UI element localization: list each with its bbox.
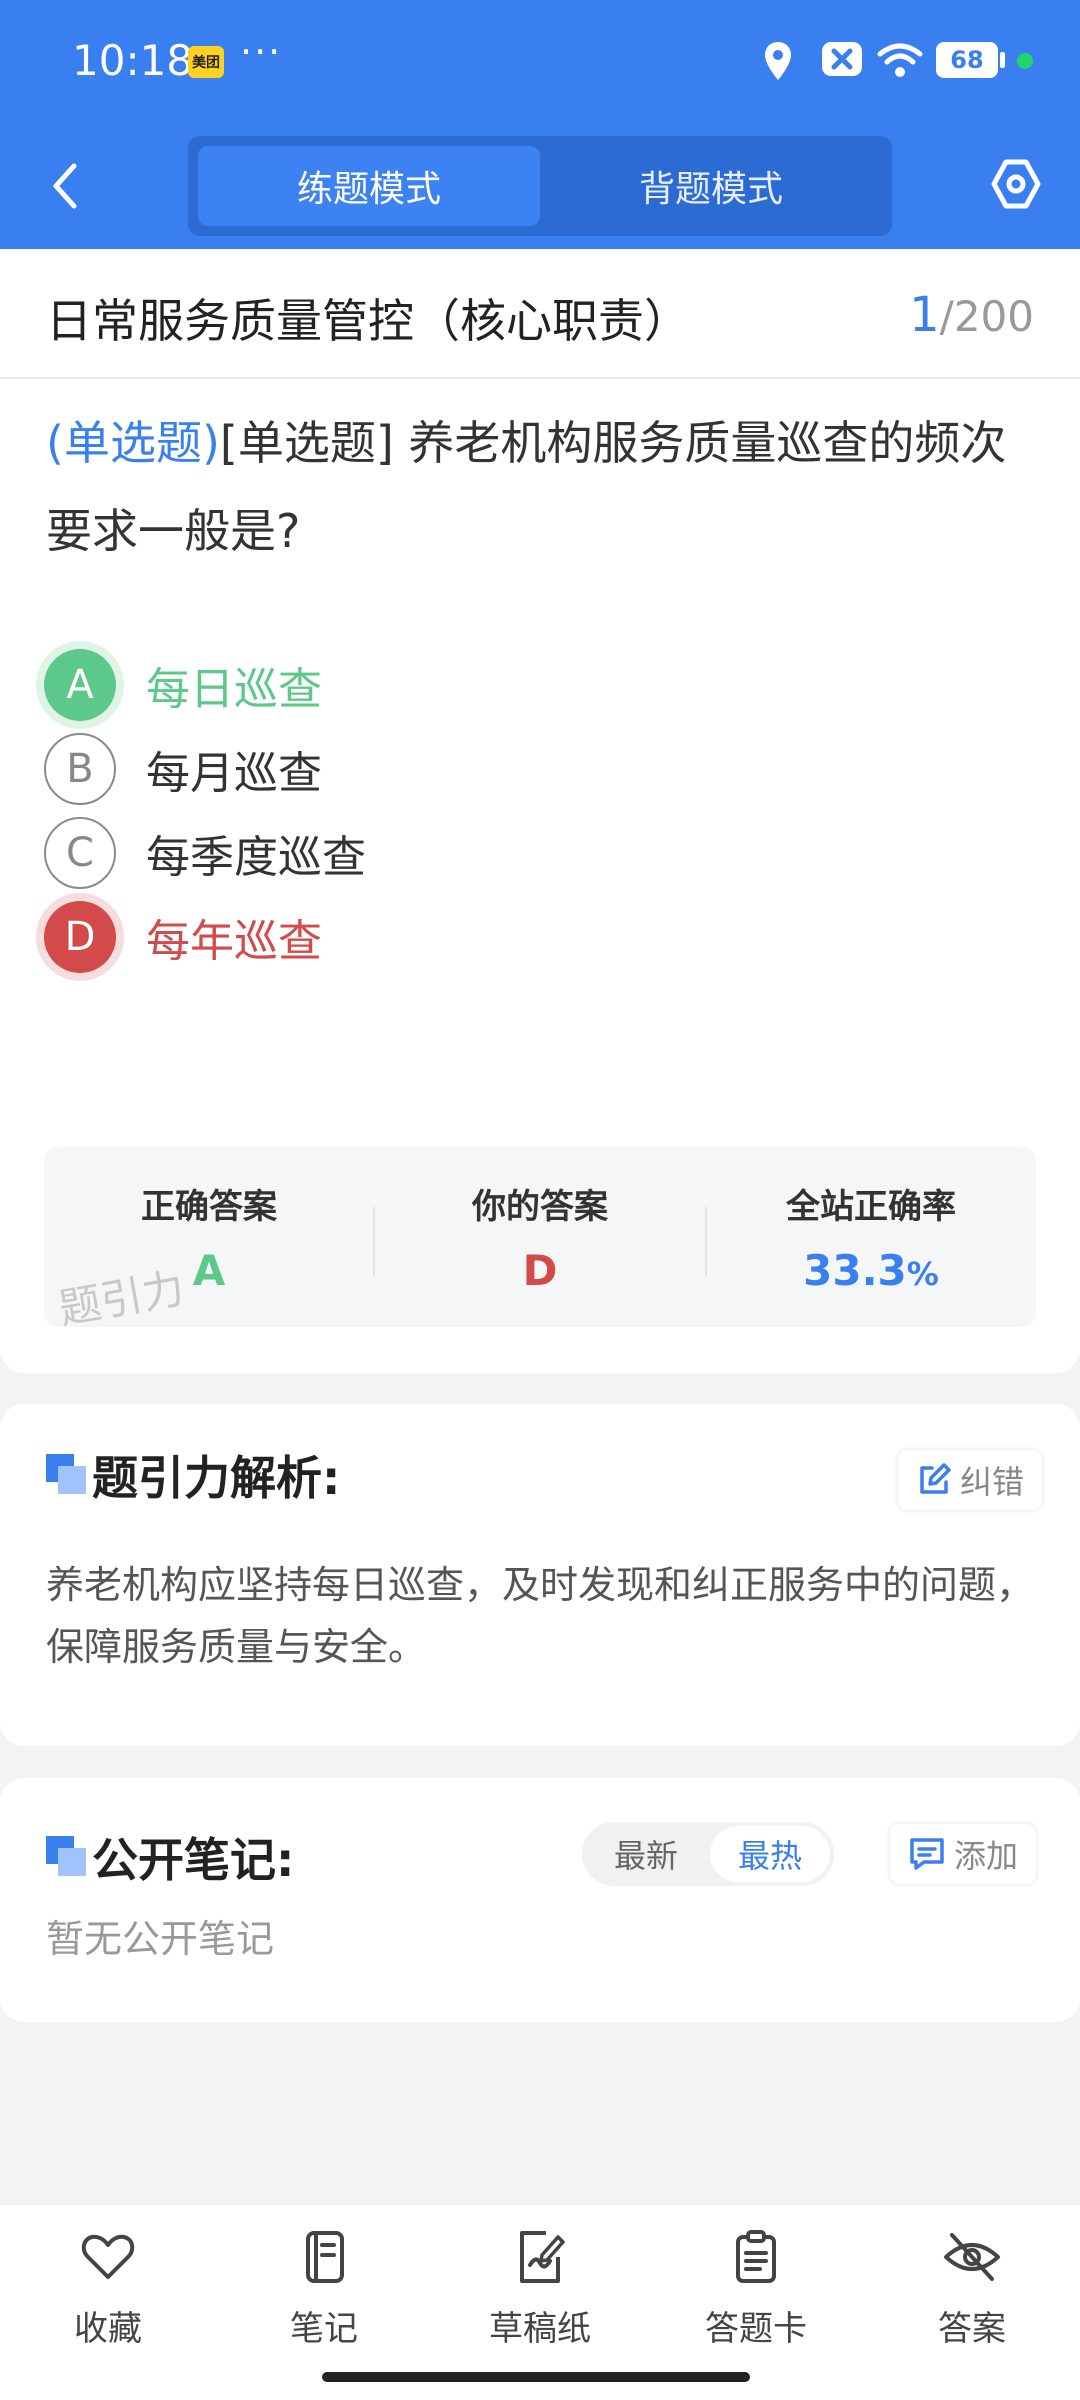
question-text: (单选题)[单选题] 养老机构服务质量巡查的频次要求一般是? xyxy=(46,399,1036,575)
correct-answer-label: 正确答案 xyxy=(141,1187,277,1227)
comment-icon xyxy=(910,1838,944,1870)
top-app-bar: 10:18 美团 ··· 68 练题模式 背题模式 xyxy=(0,0,1080,249)
show-answer-label: 答案 xyxy=(938,2309,1006,2349)
analysis-title: 题引力解析: xyxy=(92,1451,341,1505)
settings-button[interactable] xyxy=(990,158,1042,210)
option-c-text: 每季度巡查 xyxy=(146,832,366,883)
option-c-row[interactable]: C 每季度巡查 xyxy=(44,815,366,891)
analysis-text: 养老机构应坚持每日巡查，及时发现和纠正服务中的问题，保障服务质量与安全。 xyxy=(46,1563,1035,1669)
draft-paper-button[interactable]: 草稿纸 xyxy=(440,2227,640,2350)
battery-tip xyxy=(1000,52,1005,68)
status-bar: 10:18 美团 ··· 68 xyxy=(0,0,1080,125)
add-note-label: 添加 xyxy=(954,1837,1019,1875)
answer-sheet-button[interactable]: 答题卡 xyxy=(656,2227,856,2350)
notes-title: 公开笔记: xyxy=(92,1833,295,1887)
draft-paper-label: 草稿纸 xyxy=(489,2309,591,2349)
location-icon xyxy=(765,42,791,80)
notes-empty-state: 暂无公开笔记 xyxy=(46,1917,275,1961)
bottom-toolbar: 收藏 笔记 草稿纸 答题卡 答案 xyxy=(0,2205,1080,2400)
option-d-row[interactable]: D 每年巡查 xyxy=(44,899,322,975)
progress-separator: / xyxy=(939,292,954,341)
accuracy-column: 全站正确率 33.3% xyxy=(706,1147,1036,1327)
hexagon-settings-icon xyxy=(991,159,1041,209)
tab-practice-mode[interactable]: 练题模式 xyxy=(198,146,540,226)
question-card: 日常服务质量管控（核心职责） 1/200 (单选题)[单选题] 养老机构服务质量… xyxy=(0,249,1080,1373)
home-indicator[interactable] xyxy=(322,2372,750,2382)
question-type-tag: (单选题) xyxy=(46,416,220,470)
option-d-text: 每年巡查 xyxy=(146,916,322,967)
tab-memorize-mode[interactable]: 背题模式 xyxy=(540,146,882,226)
sort-hot-button[interactable]: 最热 xyxy=(710,1826,830,1882)
total-questions: 200 xyxy=(953,292,1034,341)
answer-result-panel: 正确答案 A 你的答案 D 全站正确率 33.3% 题引力 xyxy=(44,1147,1036,1327)
accuracy-unit: % xyxy=(906,1255,939,1293)
notebook-icon xyxy=(306,2231,344,2283)
more-notifications-icon: ··· xyxy=(240,30,283,74)
answer-sheet-label: 答题卡 xyxy=(705,2309,807,2349)
favorite-label: 收藏 xyxy=(74,2309,142,2349)
heart-icon xyxy=(81,2234,135,2279)
category-row: 日常服务质量管控（核心职责） 1/200 xyxy=(0,249,1080,379)
report-error-button[interactable]: 纠错 xyxy=(898,1450,1043,1510)
your-answer-column: 你的答案 D xyxy=(375,1147,705,1327)
edit-icon xyxy=(920,1463,951,1494)
meituan-notification-icon: 美团 xyxy=(188,46,224,78)
show-answer-button[interactable]: 答案 xyxy=(872,2227,1072,2350)
battery-level: 68 xyxy=(950,46,984,74)
status-time: 10:18 xyxy=(72,36,194,85)
option-a-letter: A xyxy=(44,649,116,721)
question-progress[interactable]: 1/200 xyxy=(909,287,1034,343)
accuracy-number: 33.3 xyxy=(803,1246,907,1295)
analysis-card: 题引力解析: 纠错 养老机构应坚持每日巡查，及时发现和纠正服务中的问题，保障服务… xyxy=(0,1404,1080,1746)
chevron-left-icon xyxy=(53,163,77,209)
section-squares-icon xyxy=(46,1836,86,1876)
category-title: 日常服务质量管控（核心职责） xyxy=(46,294,690,348)
report-error-label: 纠错 xyxy=(960,1463,1025,1501)
option-b-row[interactable]: B 每月巡查 xyxy=(44,731,322,807)
wifi-icon xyxy=(877,43,923,77)
option-d-letter: D xyxy=(44,901,116,973)
sort-newest-button[interactable]: 最新 xyxy=(586,1826,706,1882)
section-squares-icon xyxy=(46,1454,86,1494)
accuracy-label: 全站正确率 xyxy=(786,1187,956,1227)
mode-switch: 练题模式 背题模式 xyxy=(188,136,892,236)
public-notes-card: 公开笔记: 最新 最热 添加 暂无公开笔记 xyxy=(0,1778,1080,2022)
option-c-letter: C xyxy=(44,817,116,889)
your-answer-label: 你的答案 xyxy=(472,1187,608,1227)
add-note-button[interactable]: 添加 xyxy=(890,1824,1037,1884)
accuracy-value: 33.3% xyxy=(706,1246,1036,1295)
option-a-row[interactable]: A 每日巡查 xyxy=(44,647,322,723)
option-b-letter: B xyxy=(44,733,116,805)
answer-sheet-icon xyxy=(736,2230,776,2283)
battery-icon: 68 xyxy=(936,42,998,78)
privacy-indicator-icon xyxy=(1017,53,1033,69)
favorite-button[interactable]: 收藏 xyxy=(8,2227,208,2350)
current-question-number: 1 xyxy=(909,287,940,343)
option-a-text: 每日巡查 xyxy=(146,664,322,715)
notes-sort-toggle: 最新 最热 xyxy=(582,1822,834,1886)
draft-paper-icon xyxy=(520,2231,565,2283)
notes-button[interactable]: 笔记 xyxy=(224,2227,424,2350)
your-answer-value: D xyxy=(522,1246,558,1295)
option-b-text: 每月巡查 xyxy=(146,748,322,799)
back-button[interactable] xyxy=(40,158,90,214)
eye-off-icon xyxy=(944,2233,1000,2281)
data-blocked-icon xyxy=(822,42,862,76)
notes-label: 笔记 xyxy=(290,2309,358,2349)
